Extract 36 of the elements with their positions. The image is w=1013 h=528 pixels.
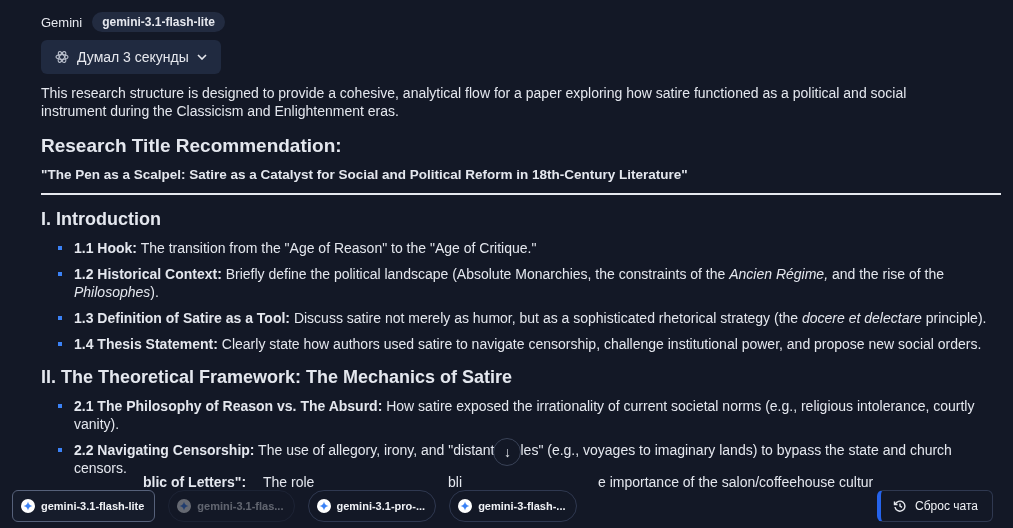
model-chip[interactable]: gemini-3-flash-...	[449, 490, 577, 522]
assistant-name: Gemini	[41, 14, 83, 30]
sparkle-icon	[177, 499, 192, 513]
bullet-icon	[58, 448, 62, 452]
chevron-down-icon	[196, 54, 207, 60]
section-heading: I. Introduction	[41, 208, 162, 231]
research-title: "The Pen as a Scalpel: Satire as a Catalyst for Social and Political Reform in 18th-Century Literature"	[41, 166, 689, 184]
section-heading: Research Title Recommendation:	[41, 134, 343, 158]
bullet-icon	[58, 316, 62, 320]
bullet-icon	[58, 272, 62, 276]
scroll-down-button[interactable]: ↓	[493, 438, 522, 466]
list-item-text: 1.2 Historical Context: Briefly define the political landscape (Absolute Monarchies, the constraints of the Ancien Régime, and the rise of the Philosophes).	[74, 265, 945, 301]
model-chip[interactable]: gemini-3.1-pro-...	[307, 490, 437, 522]
text-fragment: e importance of the salon/coffeehouse cultur	[598, 474, 874, 490]
list-item-text: 2.1 The Philosophy of Reason vs. The Absurd: How satire exposed the irrationality of current societal norms (e.g., religious intolerance, courtly vanity).	[74, 397, 976, 433]
atom-icon	[55, 50, 69, 64]
bullet-icon	[58, 404, 62, 408]
intro-paragraph: This research structure is designed to provide a cohesive, analytical flow for a paper exploring how satire functioned as a political and social instrument during the Classicism and Enlightenment eras.	[41, 84, 908, 120]
list-item-text: 1.1 Hook: The transition from the "Age of Reason" to the "Age of Critique."	[74, 239, 538, 257]
bullet-icon	[58, 246, 62, 250]
bullet-icon	[58, 342, 62, 346]
text-fragment: blic of Letters":	[143, 474, 247, 490]
sparkle-icon	[458, 499, 473, 513]
list-item-text: 1.4 Thesis Statement: Clearly state how authors used satire to navigate censorship, challenge institutional power, and propose new social orders.	[74, 335, 983, 353]
history-icon	[893, 499, 908, 513]
sparkle-icon	[21, 499, 35, 513]
list-item-text: 1.3 Definition of Satire as a Tool: Discuss satire not merely as humor, but as a sophisticated rhetorical strategy (the docere et delectare principle).	[74, 309, 988, 327]
model-chip[interactable]: gemini-3.1-flash-lite	[12, 490, 156, 522]
thinking-toggle[interactable]: Думал 3 секунды	[41, 40, 221, 74]
sparkle-icon	[316, 499, 331, 513]
model-tag: gemini-3.1-flash-lite	[92, 12, 225, 32]
reset-chat-button[interactable]: Сброс чата	[877, 490, 993, 522]
text-fragment: bli	[448, 474, 462, 490]
section-heading: II. The Theoretical Framework: The Mechanics of Satire	[41, 366, 514, 389]
list-item-text: 2.2 Navigating Censorship: The use of allegory, irony, and "distant ↓ les" (e.g., voyages to imaginary lands) to bypass the state and church censors.	[74, 441, 1001, 477]
text-fragment: The role	[263, 474, 315, 490]
